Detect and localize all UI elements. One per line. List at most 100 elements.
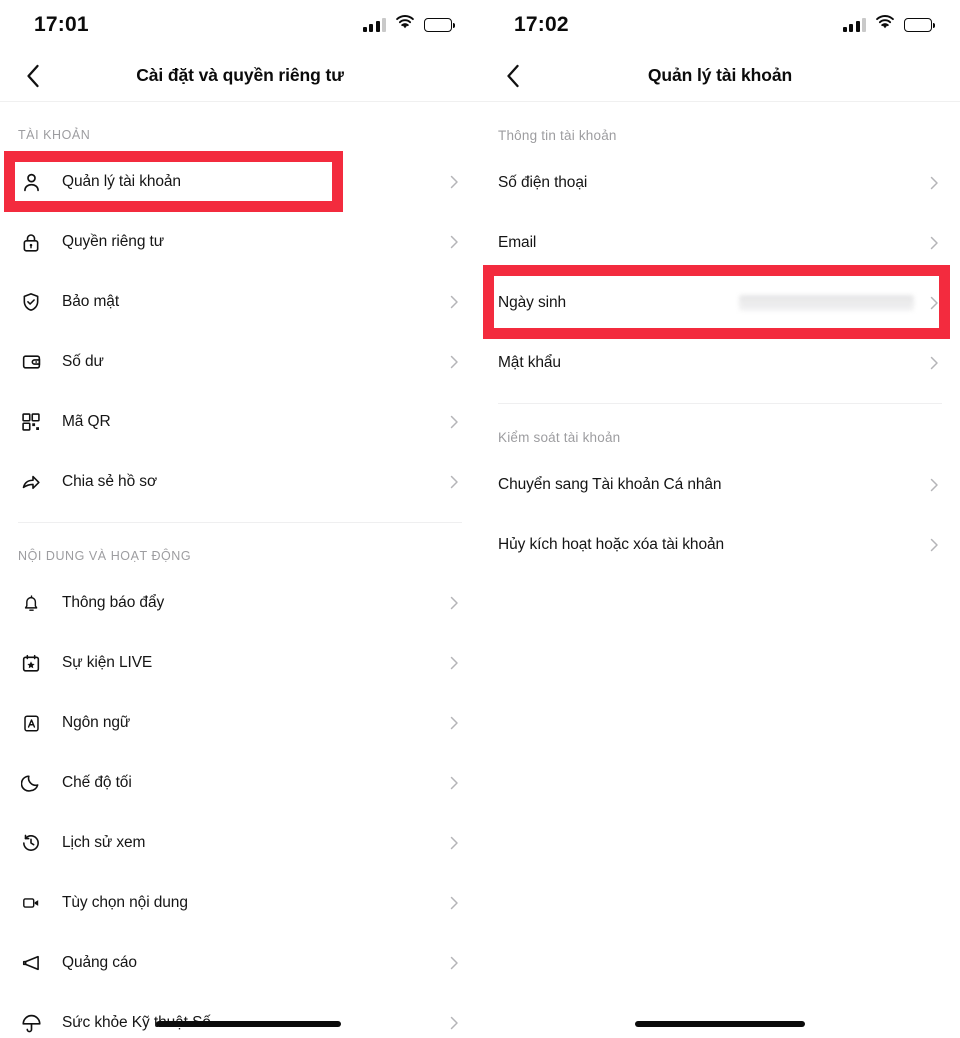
chevron-right-icon (450, 1016, 458, 1030)
person-icon (18, 169, 44, 195)
chevron-left-icon (27, 64, 39, 87)
chevron-right-icon (450, 956, 458, 970)
menu-item-huy-kich-hoat-hoac-xoa-tai-khoan[interactable]: Hủy kích hoạt hoặc xóa tài khoản (480, 515, 960, 575)
page-title: Cài đặt và quyền riêng tư (136, 65, 344, 85)
battery-icon (424, 18, 456, 32)
menu-item-label: Hủy kích hoạt hoặc xóa tài khoản (498, 536, 725, 553)
chevron-right-icon (450, 415, 458, 429)
wifi-icon (395, 15, 415, 35)
home-indicator-bar (156, 1021, 341, 1027)
menu-item-label: Lịch sử xem (62, 834, 146, 851)
menu-item-label: Số điện thoại (498, 174, 588, 191)
menu-item-label: Thông báo đẩy (62, 594, 165, 611)
chevron-right-icon (930, 538, 938, 552)
right-phone-screen: 17:02 Quản lý tài khoản Thông tin tài kh… (480, 0, 960, 1038)
menu-item-label: Tùy chọn nội dung (62, 894, 188, 911)
battery-icon (904, 18, 936, 32)
menu-item-mat-khau[interactable]: Mật khẩu (480, 333, 960, 393)
share-arrow-icon (18, 469, 44, 495)
menu-item-label: Quyền riêng tư (62, 233, 165, 250)
chevron-right-icon (930, 176, 938, 190)
chevron-right-icon (450, 355, 458, 369)
moon-icon (18, 770, 44, 796)
left-phone-screen: 17:01 Cài đặt và quyền riêng tư TÀI KHOẢ… (0, 0, 480, 1038)
dual-screenshot-container: 17:01 Cài đặt và quyền riêng tư TÀI KHOẢ… (0, 0, 960, 1038)
menu-item-thong-bao-day[interactable]: Thông báo đẩy (0, 573, 480, 633)
menu-item-quang-cao[interactable]: Quảng cáo (0, 933, 480, 993)
menu-item-label: Chuyển sang Tài khoản Cá nhân (498, 476, 722, 493)
wallet-icon (18, 349, 44, 375)
section-header-account: TÀI KHOẢN (18, 128, 91, 142)
wifi-icon (875, 15, 895, 35)
status-bar-clock: 17:02 (514, 13, 569, 36)
nav-bar-left: Cài đặt và quyền riêng tư (0, 50, 480, 102)
menu-item-bao-mat[interactable]: Bảo mật (0, 272, 480, 332)
menu-item-label: Quản lý tài khoản (62, 173, 181, 190)
menu-item-ngay-sinh[interactable]: Ngày sinh (480, 273, 960, 333)
menu-item-quyen-rieng-tu[interactable]: Quyền riêng tư (0, 212, 480, 272)
back-button[interactable] (18, 61, 48, 91)
status-bar-right: 17:02 (480, 0, 960, 50)
chevron-right-icon (930, 236, 938, 250)
section-header-content: NỘI DUNG VÀ HOẠT ĐỘNG (18, 549, 192, 563)
redacted-birthdate-value (739, 295, 914, 311)
lock-icon (18, 229, 44, 255)
menu-item-label: Mã QR (62, 413, 111, 430)
menu-item-so-dien-thoai[interactable]: Số điện thoại (480, 153, 960, 213)
menu-item-su-kien-live[interactable]: Sự kiện LIVE (0, 633, 480, 693)
cellular-signal-icon (842, 18, 866, 32)
cellular-signal-icon (362, 18, 386, 32)
menu-item-label: Mật khẩu (498, 354, 561, 371)
chevron-right-icon (450, 175, 458, 189)
megaphone-icon (18, 950, 44, 976)
chevron-right-icon (450, 656, 458, 670)
menu-item-suc-khoe-ky-thuat-so[interactable]: Sức khỏe Kỹ thuật Số (0, 993, 480, 1038)
chevron-right-icon (450, 836, 458, 850)
home-indicator-bar (635, 1021, 805, 1027)
menu-item-email[interactable]: Email (480, 213, 960, 273)
menu-item-ngon-ngu[interactable]: Ngôn ngữ (0, 693, 480, 753)
status-bar-icons (842, 15, 936, 35)
menu-item-so-du[interactable]: Số dư (0, 332, 480, 392)
status-bar-clock: 17:01 (34, 13, 89, 36)
section-header-account-info: Thông tin tài khoản (498, 128, 617, 143)
chevron-right-icon (450, 235, 458, 249)
menu-item-label: Chế độ tối (62, 774, 132, 791)
menu-item-label: Sự kiện LIVE (62, 654, 153, 671)
shield-check-icon (18, 289, 44, 315)
calendar-star-icon (18, 650, 44, 676)
chevron-right-icon (930, 356, 938, 370)
menu-item-label: Quảng cáo (62, 954, 137, 971)
status-bar-icons (362, 15, 456, 35)
chevron-right-icon (450, 295, 458, 309)
menu-item-ma-qr[interactable]: Mã QR (0, 392, 480, 452)
menu-item-label: Chia sẻ hồ sơ (62, 473, 158, 490)
menu-item-label: Bảo mật (62, 293, 120, 310)
menu-item-lich-su-xem[interactable]: Lịch sử xem (0, 813, 480, 873)
qr-code-icon (18, 409, 44, 435)
menu-item-che-do-toi[interactable]: Chế độ tối (0, 753, 480, 813)
chevron-right-icon (450, 896, 458, 910)
chevron-right-icon (930, 296, 938, 310)
menu-item-chuyen-sang-tai-khoan-ca-nhan[interactable]: Chuyển sang Tài khoản Cá nhân (480, 455, 960, 515)
menu-item-chia-se-ho-so[interactable]: Chia sẻ hồ sơ (0, 452, 480, 512)
section-header-account-control: Kiểm soát tài khoản (498, 430, 621, 445)
menu-item-label: Email (498, 234, 537, 251)
back-button[interactable] (498, 61, 528, 91)
page-title: Quản lý tài khoản (647, 65, 793, 85)
chevron-right-icon (450, 776, 458, 790)
chevron-right-icon (450, 475, 458, 489)
letter-a-box-icon (18, 710, 44, 736)
nav-bar-right: Quản lý tài khoản (480, 50, 960, 102)
chevron-right-icon (450, 716, 458, 730)
video-camera-icon (18, 890, 44, 916)
chevron-right-icon (450, 596, 458, 610)
menu-item-label: Số dư (62, 353, 104, 370)
menu-item-quan-ly-tai-khoan[interactable]: Quản lý tài khoản (0, 152, 480, 212)
bell-icon (18, 590, 44, 616)
menu-item-tuy-chon-noi-dung[interactable]: Tùy chọn nội dung (0, 873, 480, 933)
status-bar-left: 17:01 (0, 0, 480, 50)
chevron-left-icon (507, 64, 519, 87)
menu-item-label: Ngôn ngữ (62, 714, 131, 731)
clock-history-icon (18, 830, 44, 856)
